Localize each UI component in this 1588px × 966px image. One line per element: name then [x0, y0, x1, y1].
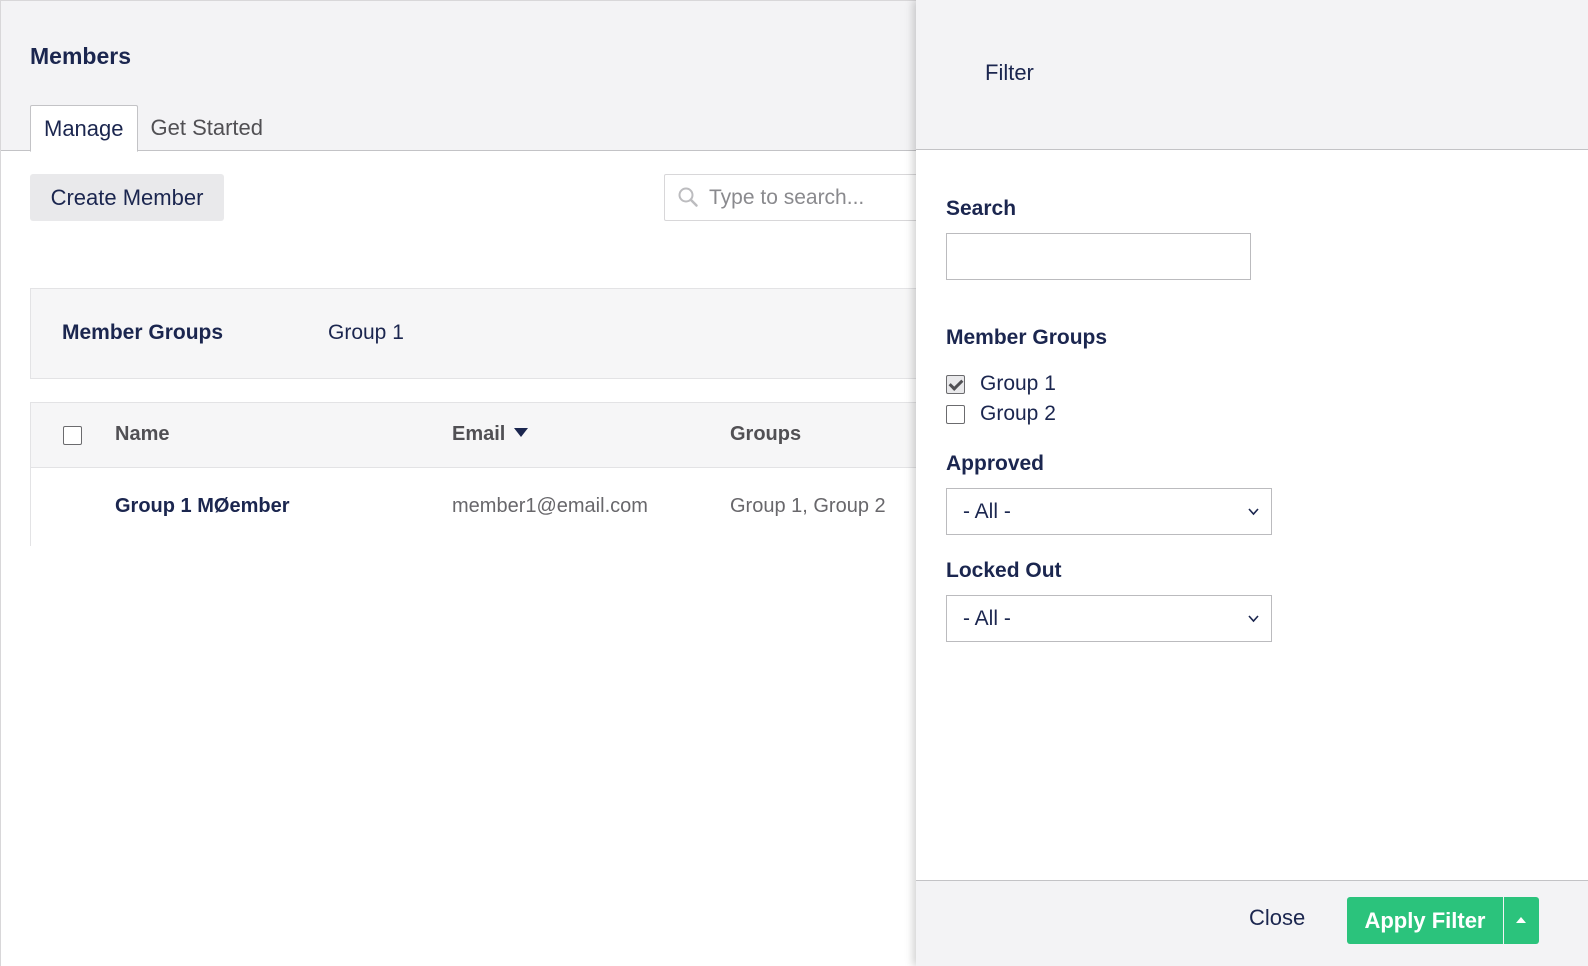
column-email[interactable]: Email — [452, 423, 529, 446]
group-1-label[interactable]: Group 1 — [980, 372, 1056, 396]
chevron-down-icon — [1248, 508, 1259, 516]
member-groups-value[interactable]: Group 1 — [328, 321, 404, 345]
table-header: Name Email Groups — [31, 403, 929, 468]
filter-group-1-option[interactable]: Group 1 — [946, 371, 1056, 397]
close-button[interactable]: Close — [1249, 905, 1305, 931]
page-title: Members — [30, 43, 131, 69]
approved-select[interactable]: - All - — [946, 488, 1272, 535]
members-table: Name Email Groups Group 1 MØember member… — [30, 402, 930, 546]
filter-panel-header: Filter — [916, 0, 1588, 150]
filter-panel-title: Filter — [985, 60, 1034, 85]
select-all-checkbox[interactable] — [63, 426, 82, 445]
group-2-checkbox[interactable] — [946, 404, 965, 424]
filter-panel-footer: Close Apply Filter — [916, 880, 1588, 966]
group-1-checkbox[interactable] — [946, 374, 965, 394]
search-icon — [678, 187, 698, 207]
tab-manage[interactable]: Manage — [30, 105, 138, 152]
apply-filter-button[interactable]: Apply Filter — [1347, 897, 1503, 944]
table-row[interactable]: Group 1 MØember member1@email.com Group … — [31, 469, 929, 546]
chevron-down-icon — [1248, 615, 1259, 623]
group-2-label[interactable]: Group 2 — [980, 402, 1056, 426]
create-member-button[interactable]: Create Member — [30, 174, 224, 221]
row-email: member1@email.com — [452, 495, 648, 517]
locked-out-select-value: - All - — [963, 607, 1011, 630]
column-name[interactable]: Name — [115, 423, 169, 446]
filter-member-groups-label: Member Groups — [946, 326, 1108, 349]
member-groups-label: Member Groups — [62, 321, 224, 344]
filter-group-2-option[interactable]: Group 2 — [946, 401, 1056, 427]
filter-approved-label: Approved — [946, 452, 1045, 475]
row-groups: Group 1, Group 2 — [730, 495, 886, 517]
caret-down-icon — [514, 428, 529, 437]
apply-options-button[interactable] — [1504, 897, 1539, 944]
column-groups[interactable]: Groups — [730, 423, 801, 446]
caret-up-icon — [1516, 917, 1526, 923]
row-name[interactable]: Group 1 MØember — [115, 495, 289, 518]
member-groups-bar: Member Groups Group 1 — [30, 288, 930, 379]
search-input[interactable] — [709, 175, 949, 220]
approved-select-value: - All - — [963, 500, 1011, 523]
tab-bar: Manage Get Started — [30, 105, 277, 152]
filter-search-label: Search — [946, 197, 1017, 220]
filter-panel: Filter Search Member Groups Group 1 Grou… — [916, 0, 1588, 966]
locked-out-select[interactable]: - All - — [946, 595, 1272, 642]
filter-search-input[interactable] — [946, 233, 1251, 280]
tab-get-started[interactable]: Get Started — [138, 105, 277, 151]
filter-locked-out-label: Locked Out — [946, 559, 1062, 582]
